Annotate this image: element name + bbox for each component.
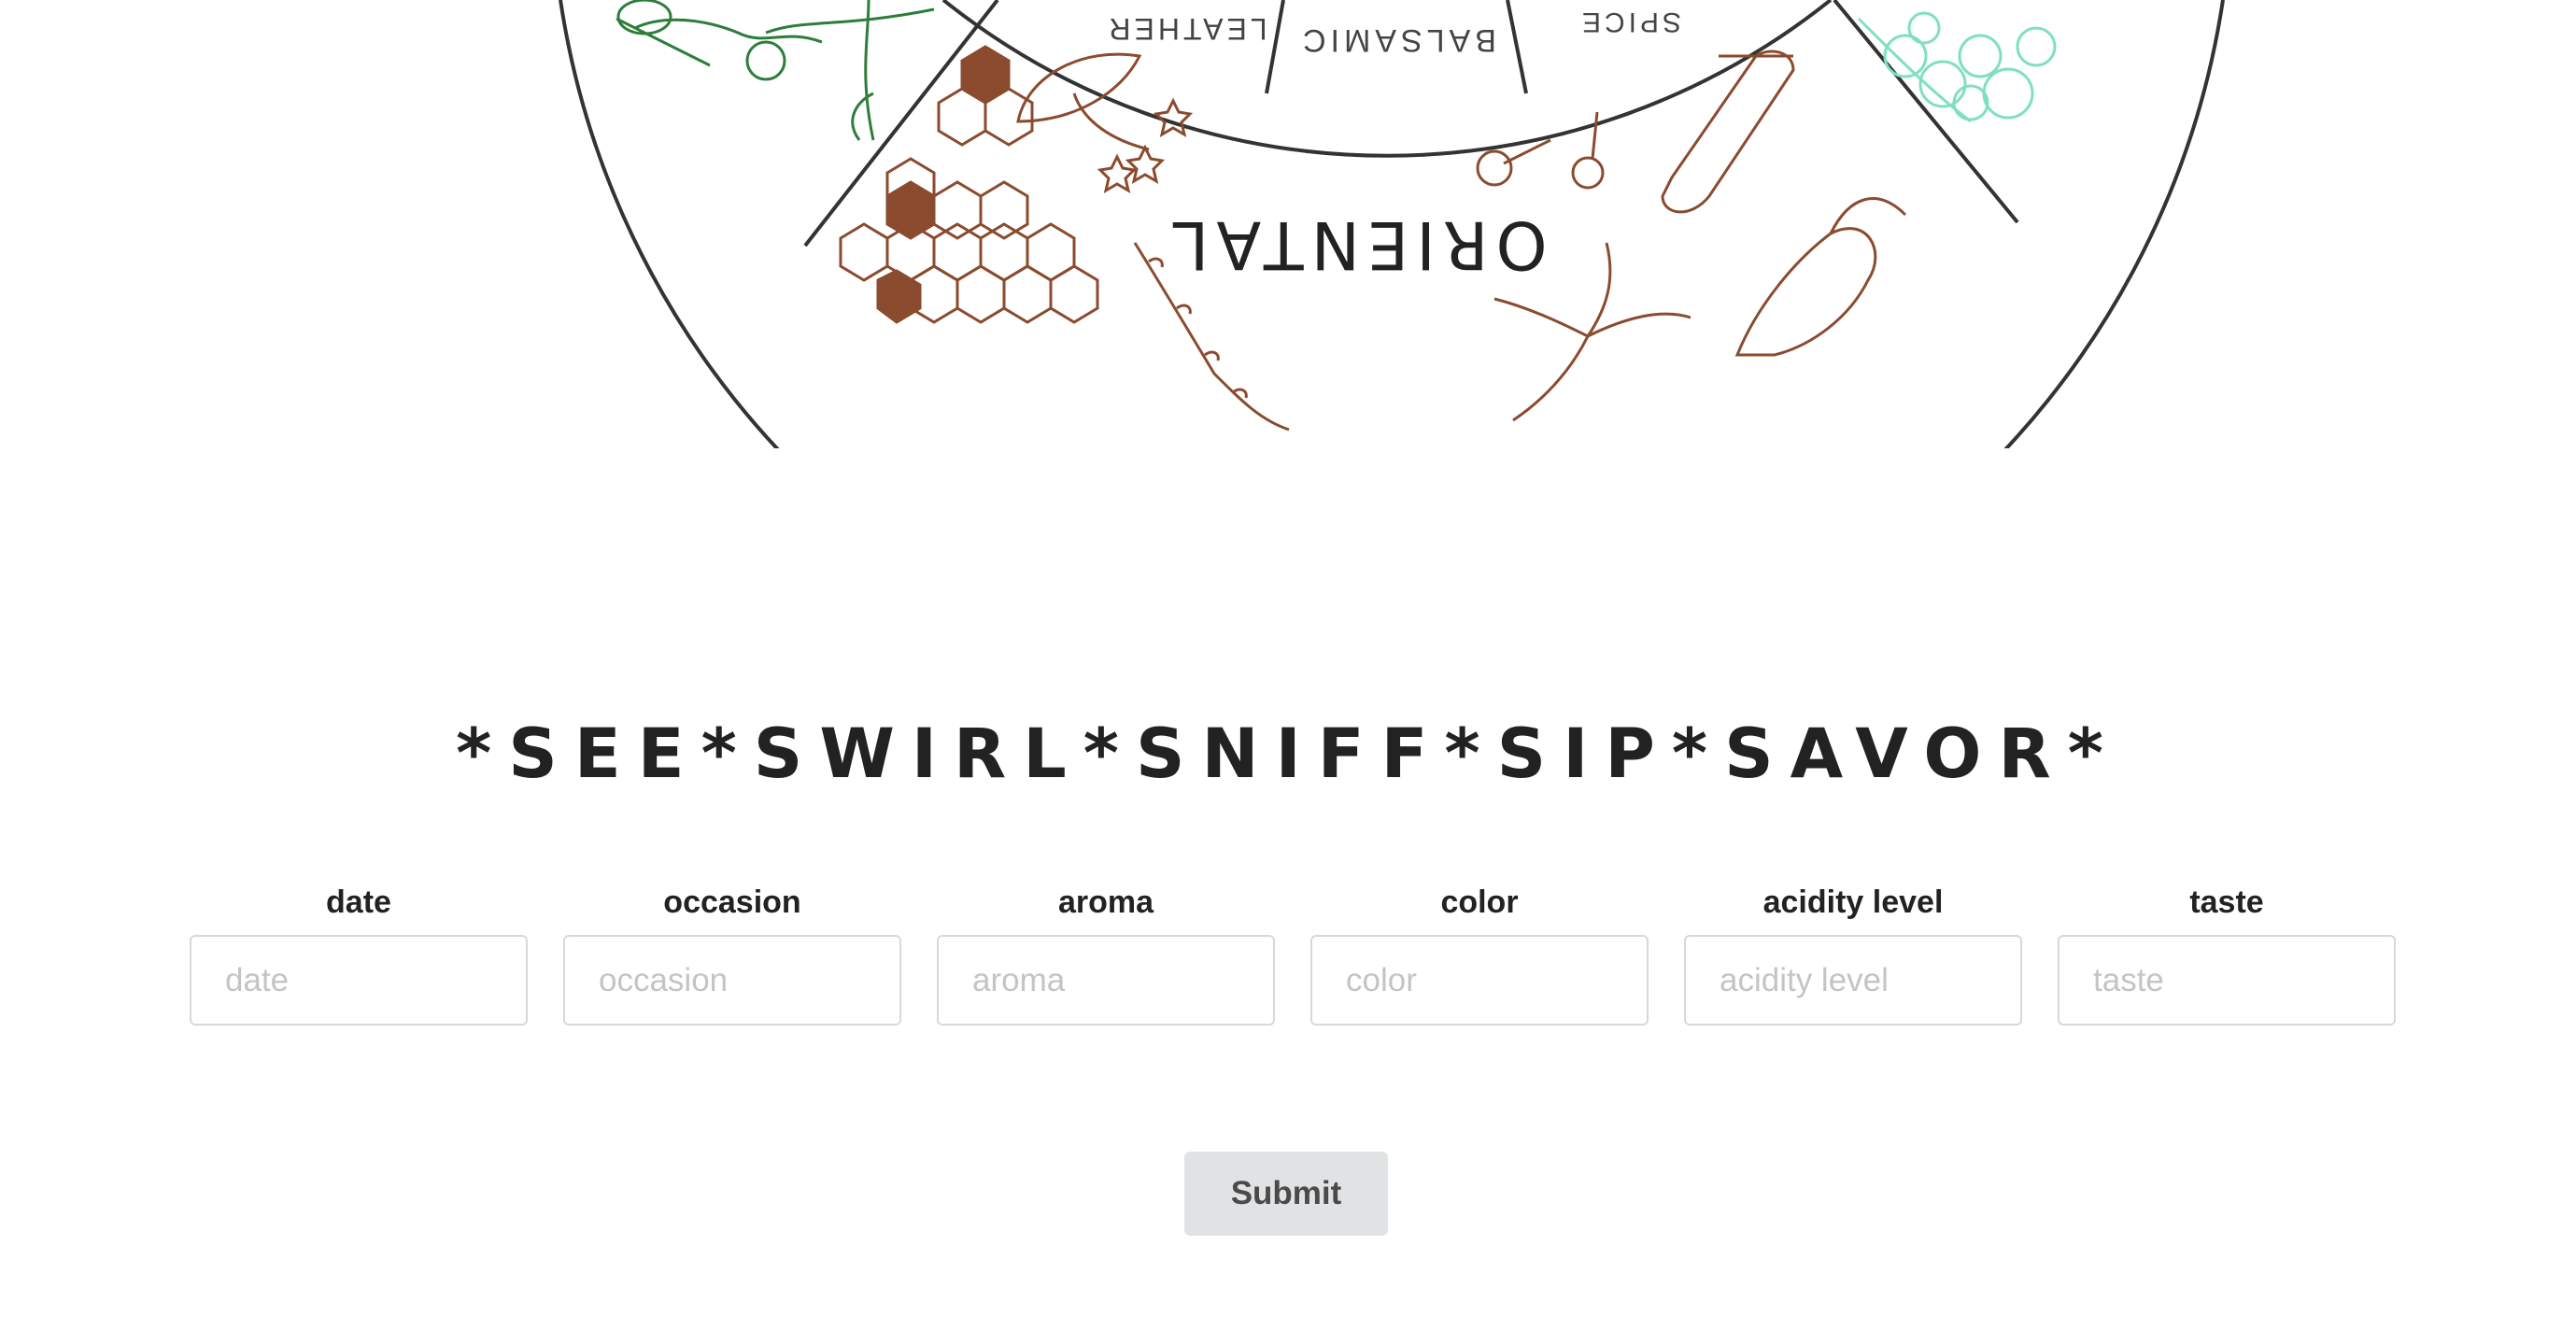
occasion-label: occasion [663,884,801,920]
herb-sketch [616,0,935,141]
color-field: color [1310,883,1649,1026]
tasting-form: date occasion aroma color acidity level … [190,883,2396,1026]
acidity-level-field: acidity level [1684,883,2022,1026]
occasion-input[interactable] [563,935,901,1026]
wheel-divider [1265,0,1285,94]
aroma-input[interactable] [937,935,1275,1026]
color-label: color [1440,884,1519,920]
date-field: date [190,883,528,1026]
acidity-level-label: acidity level [1762,884,1944,920]
date-input[interactable] [190,935,528,1026]
aroma-field: aroma [937,883,1275,1026]
page-headline: *SEE*SWIRL*SNIFF*SIP*SAVOR* [456,715,2120,794]
taste-field: taste [2058,883,2396,1026]
honeycomb-sketch [839,45,1099,324]
date-label: date [326,884,391,920]
mint-sketch [1857,11,2057,123]
acidity-level-input[interactable] [1684,935,2022,1026]
aroma-label: aroma [1057,884,1154,920]
wheel-divider [1506,0,1528,94]
submit-button[interactable]: Submit [1184,1152,1388,1236]
wheel-label-spice: SPICE [1578,7,1681,37]
wheel-label-balsamic: BALSAMIC [1298,22,1496,58]
wheel-label-oriental: ORIENTAL [1165,206,1547,283]
aroma-wheel-illustration: LEATHER BALSAMIC SPICE ORIENTAL [559,0,2225,448]
color-input[interactable] [1310,935,1649,1026]
taste-label: taste [2189,884,2264,920]
occasion-field: occasion [563,883,901,1026]
wheel-label-leather: LEATHER [1105,12,1267,46]
taste-input[interactable] [2058,935,2396,1026]
